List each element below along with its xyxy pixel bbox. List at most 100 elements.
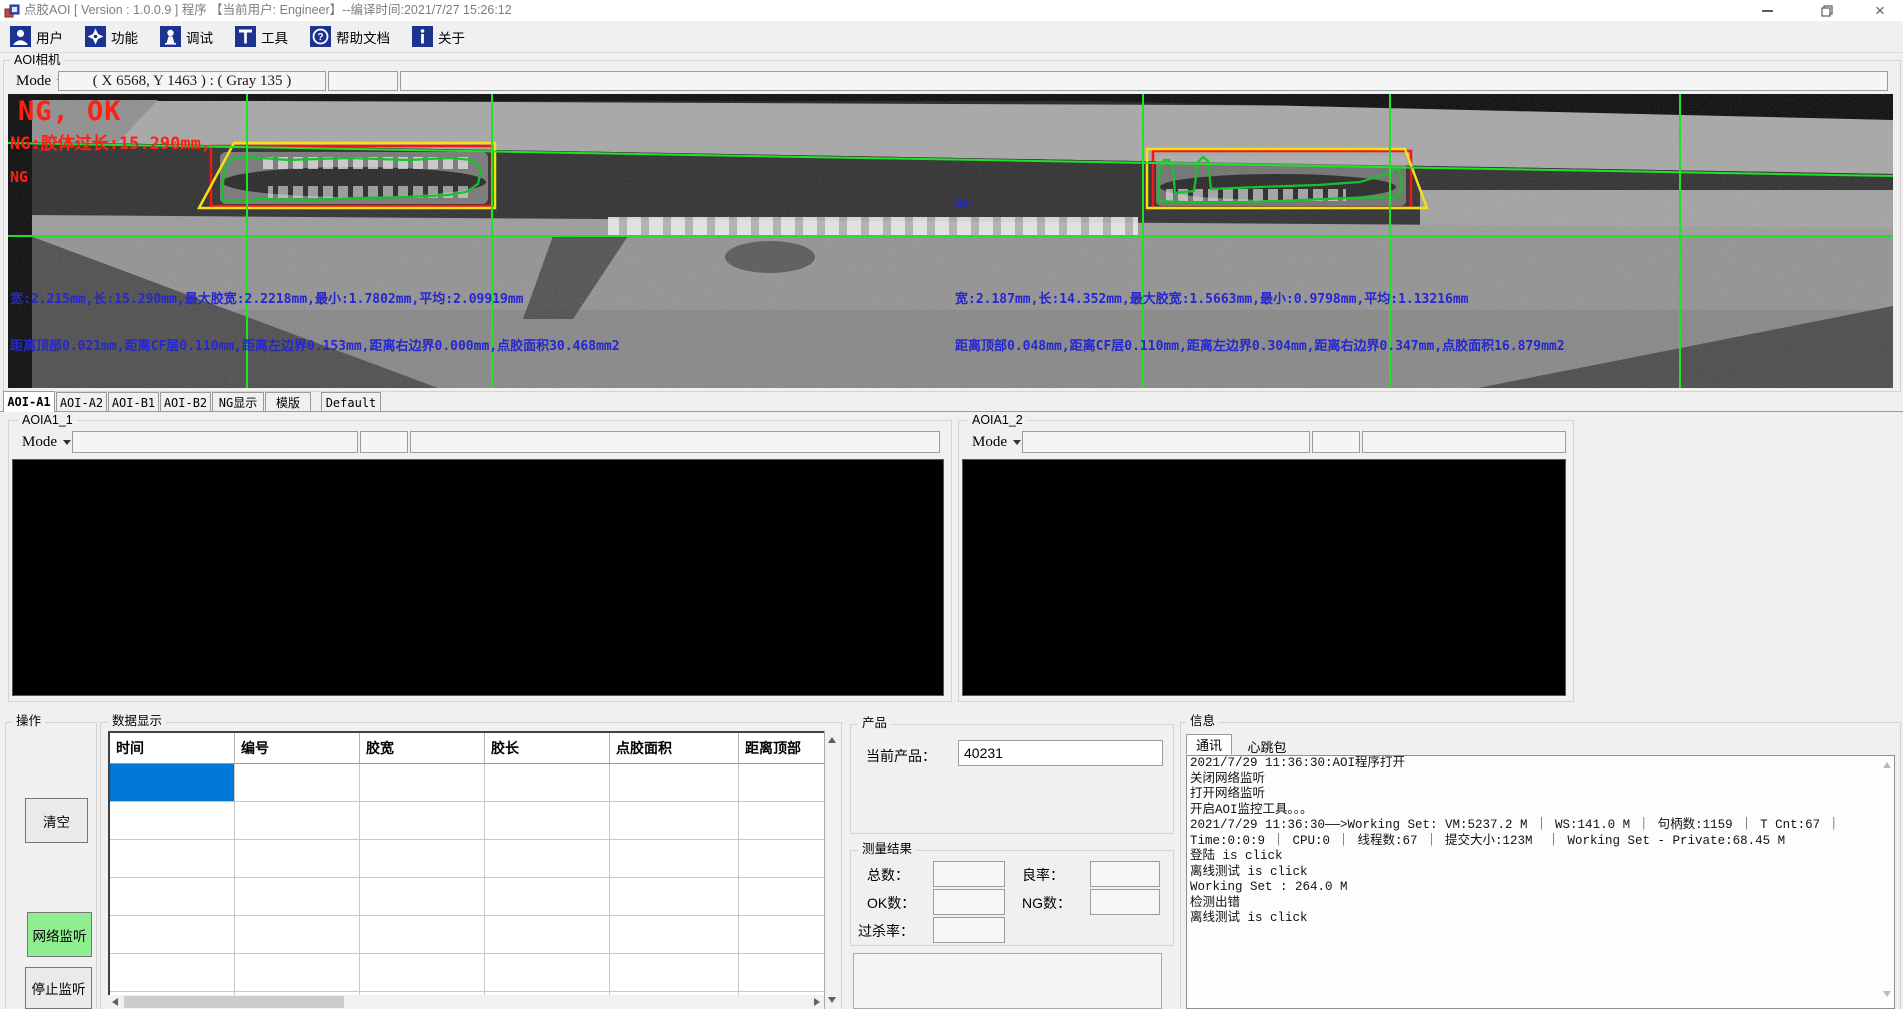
log-line: Time:0:0:9 ｜ CPU:0 ｜ 线程数:67 ｜ 提交大小:123M …: [1187, 834, 1894, 850]
table-cell[interactable]: [485, 878, 610, 916]
current-product-field[interactable]: 40231: [958, 740, 1163, 766]
table-cell[interactable]: [485, 802, 610, 840]
table-hscrollbar[interactable]: [108, 995, 824, 1009]
table-cell[interactable]: [360, 764, 485, 802]
scroll-up-icon: [828, 737, 836, 743]
table-cell[interactable]: [610, 802, 739, 840]
column-header[interactable]: 点胶面积: [610, 733, 739, 763]
table-row[interactable]: [110, 840, 826, 878]
toolbar-item-debug[interactable]: 调试: [160, 24, 213, 50]
table-cell[interactable]: [610, 764, 739, 802]
table-cell[interactable]: [110, 916, 235, 954]
table-cell[interactable]: [110, 878, 235, 916]
maximize-button[interactable]: [1804, 0, 1850, 21]
table-cell[interactable]: [485, 840, 610, 878]
log-area[interactable]: 2021/7/29 11:36:30:AOI程序打开关闭网络监听打开网络监听开启…: [1186, 755, 1895, 1009]
tab-aoi-b2[interactable]: AOI-B2: [160, 392, 211, 412]
column-header[interactable]: 胶长: [485, 733, 610, 763]
column-header[interactable]: 胶宽: [360, 733, 485, 763]
tab-aoi-a1[interactable]: AOI-A1: [3, 391, 55, 412]
table-row[interactable]: [110, 878, 826, 916]
minimize-button[interactable]: [1744, 0, 1790, 21]
column-header[interactable]: 编号: [235, 733, 360, 763]
title-bar: 点胶AOI [ Version : 1.0.0.9 ] 程序 【当前用户: En…: [0, 0, 1903, 22]
measure-left-line1: 宽:2.215mm,长:15.290mm,最大胶宽:2.2218mm,最小:1.…: [10, 288, 524, 307]
table-cell[interactable]: [360, 916, 485, 954]
table-cell[interactable]: [110, 840, 235, 878]
tab-default[interactable]: Default: [321, 392, 381, 412]
ng-label-overlay: NG: [10, 168, 28, 186]
clear-button[interactable]: 清空: [25, 798, 88, 843]
table-cell[interactable]: [235, 764, 360, 802]
table-cell[interactable]: [360, 878, 485, 916]
measure-right-line2: 距离顶部0.048mm,距离CF层0.110mm,距离左边界0.304mm,距离…: [955, 335, 1565, 354]
close-button[interactable]: ×: [1857, 0, 1903, 21]
table-cell[interactable]: [110, 954, 235, 992]
toolbar-item-label: 帮助文档: [336, 27, 390, 47]
table-cell[interactable]: [360, 840, 485, 878]
table-cell[interactable]: [739, 916, 824, 954]
network-listen-button[interactable]: 网络监听: [27, 912, 92, 957]
scroll-up-icon: [1883, 762, 1891, 768]
toolbar-item-tools[interactable]: 工具: [235, 24, 288, 50]
table-cell[interactable]: [739, 878, 824, 916]
table-cell[interactable]: [235, 954, 360, 992]
table-cell[interactable]: [739, 954, 824, 992]
log-vscrollbar[interactable]: [1881, 757, 1894, 1007]
table-vscrollbar[interactable]: [824, 731, 840, 1009]
table-row[interactable]: [110, 954, 826, 992]
table-cell[interactable]: [360, 954, 485, 992]
tab-comm[interactable]: 通讯: [1186, 734, 1232, 755]
toolbar-item-user[interactable]: 用户: [10, 24, 63, 50]
ng-count-label: NG数：: [1022, 893, 1071, 913]
table-cell[interactable]: [110, 764, 235, 802]
tab-heartbeat[interactable]: 心跳包: [1236, 736, 1298, 757]
stop-listen-button[interactable]: 停止监听: [25, 967, 92, 1009]
hscroll-thumb[interactable]: [124, 996, 344, 1008]
tab-ng-display[interactable]: NG显示: [212, 392, 264, 412]
column-header[interactable]: 时间: [110, 733, 235, 763]
tab-aoi-a2[interactable]: AOI-A2: [56, 392, 107, 412]
table-row[interactable]: [110, 764, 826, 802]
table-cell[interactable]: [485, 954, 610, 992]
app-icon: [4, 3, 20, 19]
view-right-image[interactable]: [962, 459, 1566, 696]
table-cell[interactable]: [739, 764, 824, 802]
table-cell[interactable]: [610, 878, 739, 916]
view-left-field-3: [410, 431, 940, 453]
view-left-image[interactable]: [12, 459, 944, 696]
toolbar-item-about[interactable]: 关于: [412, 24, 465, 50]
tab-aoi-b1[interactable]: AOI-B1: [108, 392, 159, 412]
chevron-down-icon: [63, 440, 71, 445]
table-cell[interactable]: [739, 802, 824, 840]
table-cell[interactable]: [235, 840, 360, 878]
ok-count-label: OK数：: [867, 893, 915, 913]
table-cell[interactable]: [360, 802, 485, 840]
table-cell[interactable]: [110, 802, 235, 840]
user-icon: [10, 26, 31, 47]
table-cell[interactable]: [235, 916, 360, 954]
table-row[interactable]: [110, 916, 826, 954]
table-cell[interactable]: [610, 840, 739, 878]
tab-template[interactable]: 模版: [265, 392, 311, 412]
camera-mode-dropdown[interactable]: Mode: [10, 71, 62, 91]
column-header[interactable]: 距离顶部: [739, 733, 824, 763]
table-cell[interactable]: [485, 764, 610, 802]
toolbar-item-label: 用户: [36, 27, 63, 47]
table-cell[interactable]: [739, 840, 824, 878]
table-cell[interactable]: [235, 878, 360, 916]
toolbar-item-help[interactable]: ? 帮助文档: [310, 24, 390, 50]
table-cell[interactable]: [485, 916, 610, 954]
table-row[interactable]: [110, 802, 826, 840]
log-line: 关闭网络监听: [1187, 772, 1894, 788]
table-cell[interactable]: [610, 916, 739, 954]
table-cell[interactable]: [235, 802, 360, 840]
total-label: 总数：: [867, 865, 909, 885]
view-left-mode-dropdown[interactable]: Mode: [16, 431, 72, 453]
total-field: [933, 861, 1005, 887]
view-right-mode-dropdown[interactable]: Mode: [966, 431, 1022, 453]
toolbar-item-label: 工具: [261, 27, 288, 47]
toolbar-item-function[interactable]: 功能: [85, 24, 138, 50]
log-line: 2021/7/29 11:36:30——>Working Set: VM:523…: [1187, 818, 1894, 834]
table-cell[interactable]: [610, 954, 739, 992]
